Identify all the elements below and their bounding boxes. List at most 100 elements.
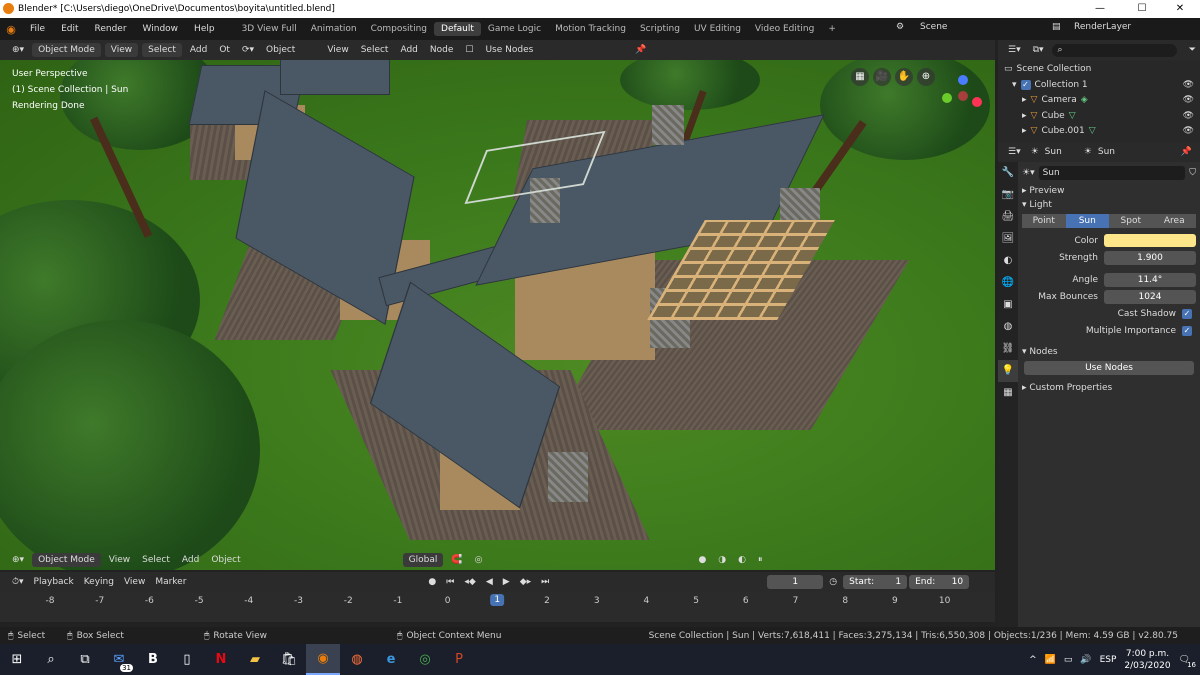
use-nodes-checkbox[interactable]: ☐ (461, 43, 477, 57)
transform-orientation-select[interactable]: Global (402, 553, 444, 567)
menu-timeline-view[interactable]: View (120, 575, 149, 589)
mail-icon[interactable]: ✉ 31 (102, 644, 136, 675)
output-tab-icon[interactable]: 🖨 (998, 206, 1018, 228)
light-data-tab-icon[interactable]: 💡 (998, 360, 1018, 382)
current-frame-field[interactable]: 1 (767, 575, 824, 589)
menu-file[interactable]: File (22, 24, 53, 34)
3d-viewport[interactable]: User Perspective (1) Scene Collection | … (0, 60, 995, 570)
tab-default[interactable]: Default (434, 22, 481, 36)
renderlayer-name[interactable]: RenderLayer (1074, 22, 1131, 32)
multiple-importance-checkbox[interactable]: ✓ (1182, 325, 1192, 336)
app-b-icon[interactable]: B (136, 644, 170, 675)
fake-user-shield-icon[interactable]: ⛉ (1189, 168, 1196, 178)
zoom-icon[interactable]: ⊕ (917, 68, 935, 86)
shading-material-icon[interactable]: ◑ (714, 553, 730, 567)
menu-edit[interactable]: Edit (53, 24, 86, 34)
start-field[interactable]: 1 (895, 577, 901, 587)
footer-menu-add[interactable]: Add (178, 553, 203, 567)
color-swatch[interactable] (1104, 234, 1196, 247)
editor-type-icon[interactable]: ⊕▾ (8, 553, 28, 567)
tab-scripting[interactable]: Scripting (633, 22, 687, 36)
view-layer-tab-icon[interactable]: 🖼 (998, 228, 1018, 250)
light-panel-header[interactable]: ▾ Light (1022, 200, 1196, 210)
constraints-tab-icon[interactable]: ⛓ (998, 338, 1018, 360)
light-datablock-name[interactable]: Sun (1038, 166, 1186, 180)
menu-render[interactable]: Render (87, 24, 135, 34)
menu-select[interactable]: Select (142, 43, 182, 57)
cast-shadow-checkbox[interactable]: ✓ (1182, 308, 1192, 319)
menu-playback[interactable]: Playback (30, 575, 78, 589)
menu-marker[interactable]: Marker (151, 575, 190, 589)
tab-game-logic[interactable]: Game Logic (481, 22, 548, 36)
end-field[interactable]: 10 (952, 577, 963, 587)
properties-editor-icon[interactable]: ☰▾ (1004, 145, 1025, 159)
strength-field[interactable]: 1.900 (1104, 250, 1196, 265)
outliner-row[interactable]: ▸ ▽ Cube.001 ▽ 👁 (1004, 124, 1194, 140)
pause-render-icon[interactable]: ⏸ (754, 553, 767, 567)
tab-compositing[interactable]: Compositing (364, 22, 434, 36)
menu-help[interactable]: Help (186, 24, 223, 34)
expand-arrow-icon[interactable]: ▾ (1012, 78, 1017, 94)
outliner-row[interactable]: ▭ Scene Collection (1004, 62, 1194, 78)
node-menu-node[interactable]: Node (426, 43, 458, 57)
object-select[interactable]: Object (262, 43, 299, 57)
pin-icon[interactable]: 📌 (631, 43, 650, 57)
tab-motion-tracking[interactable]: Motion Tracking (548, 22, 633, 36)
prev-keyframe-icon[interactable]: ◂◆ (460, 575, 479, 589)
light-type-area[interactable]: Area (1152, 214, 1196, 228)
visibility-eye-icon[interactable]: 👁 (1183, 109, 1194, 125)
node-menu-view[interactable]: View (323, 43, 352, 57)
axis-gizmo-icon[interactable] (939, 68, 985, 107)
document-icon[interactable]: ▯ (170, 644, 204, 675)
render-tab-icon[interactable]: 📷 (998, 184, 1018, 206)
next-keyframe-icon[interactable]: ◆▸ (516, 575, 535, 589)
play-reverse-icon[interactable]: ◀ (482, 575, 497, 589)
task-view-icon[interactable]: ⧉ (68, 644, 102, 675)
netflix-icon[interactable]: N (204, 644, 238, 675)
battery-icon[interactable]: ▭ (1064, 655, 1073, 665)
tray-chevron-icon[interactable]: ^ (1029, 655, 1037, 665)
menu-window[interactable]: Window (135, 24, 187, 34)
scene-name[interactable]: Scene (920, 22, 947, 32)
world-tab-icon[interactable]: 🌐 (998, 272, 1018, 294)
grid-view-icon[interactable]: ▦ (851, 68, 869, 86)
jump-end-icon[interactable]: ⏭ (537, 575, 553, 589)
physics-tab-icon[interactable]: ◍ (998, 316, 1018, 338)
shading-rendered-icon[interactable]: ◐ (734, 553, 750, 567)
timeline-editor-icon[interactable]: ⏱▾ (8, 575, 28, 589)
outliner-row[interactable]: ▸ ▽ Camera ◈ 👁 (1004, 93, 1194, 109)
add-workspace-button[interactable]: + (821, 22, 843, 36)
tool-tab-icon[interactable]: 🔧 (998, 162, 1018, 184)
footer-menu-select[interactable]: Select (138, 553, 174, 567)
visibility-eye-icon[interactable]: 👁 (1183, 93, 1194, 109)
windows-start-icon[interactable]: ⊞ (0, 644, 34, 675)
editor-type-icon[interactable]: ⊕▾ (8, 43, 28, 57)
custom-properties-header[interactable]: ▸ Custom Properties (1022, 383, 1196, 393)
clock[interactable]: 7:00 p.m. 2/03/2020 (1124, 648, 1170, 672)
node-menu-select[interactable]: Select (357, 43, 393, 57)
light-type-sun[interactable]: Sun (1065, 214, 1109, 228)
light-type-spot[interactable]: Spot (1109, 214, 1153, 228)
record-icon[interactable]: ● (424, 575, 440, 589)
close-button[interactable]: ✕ (1160, 0, 1200, 18)
preview-panel-header[interactable]: ▸ Preview (1022, 186, 1196, 196)
expand-arrow-icon[interactable]: ▸ (1022, 93, 1027, 109)
proportional-edit-icon[interactable]: ◎ (471, 553, 487, 567)
maximize-button[interactable]: ☐ (1122, 0, 1162, 18)
scene-tab-icon[interactable]: ◐ (998, 250, 1018, 272)
pan-hand-icon[interactable]: ✋ (895, 68, 913, 86)
texture-tab-icon[interactable]: ▦ (998, 382, 1018, 404)
menu-keying[interactable]: Keying (80, 575, 118, 589)
visibility-eye-icon[interactable]: 👁 (1183, 124, 1194, 140)
menu-view[interactable]: View (104, 43, 139, 57)
expand-arrow-icon[interactable]: ▸ (1022, 109, 1027, 125)
visibility-eye-icon[interactable]: 👁 (1183, 78, 1194, 94)
max-bounces-field[interactable]: 1024 (1104, 289, 1196, 304)
minimize-button[interactable]: — (1080, 0, 1120, 18)
camera-view-icon[interactable]: 🎥 (873, 68, 891, 86)
footer-mode-select[interactable]: Object Mode (32, 553, 101, 567)
snap-icon[interactable]: 🧲 (447, 553, 466, 567)
outliner-row[interactable]: ▾ ✓ Collection 1 👁 (1004, 78, 1194, 94)
collection-checkbox[interactable]: ✓ (1020, 80, 1031, 91)
pin-icon[interactable]: 📌 (1181, 147, 1192, 157)
